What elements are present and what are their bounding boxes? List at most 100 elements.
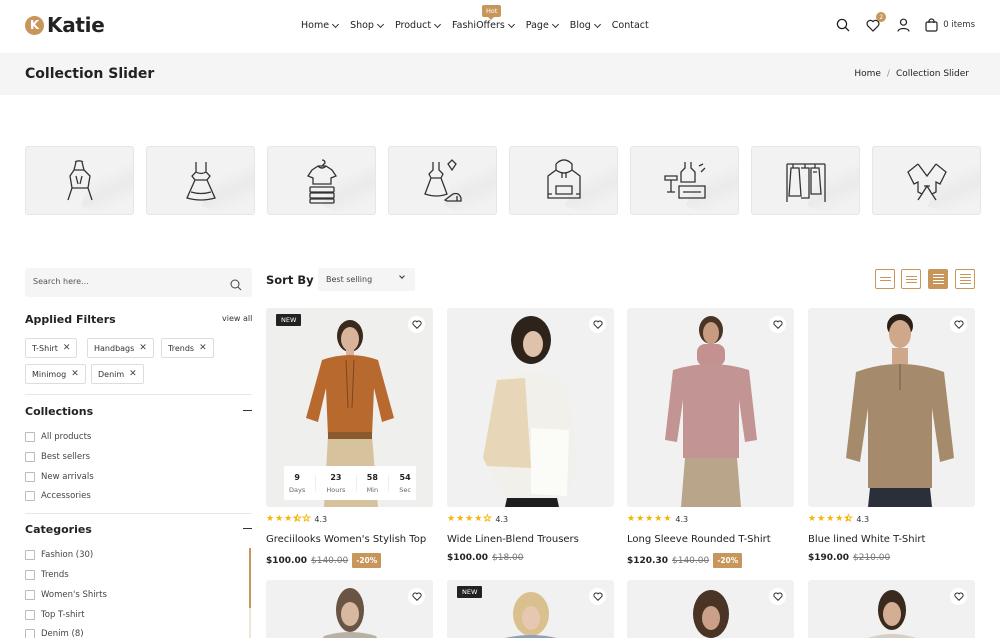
- product-image[interactable]: [627, 308, 794, 507]
- filter-tag[interactable]: Handbags ✕: [87, 338, 154, 358]
- collection-tile[interactable]: [872, 146, 981, 215]
- checkbox[interactable]: [25, 491, 35, 501]
- nav-item-product[interactable]: Product: [395, 20, 442, 31]
- collections-heading[interactable]: Collections: [25, 405, 93, 418]
- collection-slider: [25, 146, 981, 215]
- cart-bag-icon[interactable]: 0 items: [925, 17, 975, 33]
- product-title[interactable]: Blue lined White T-Shirt: [808, 534, 925, 545]
- nav-item-blog[interactable]: Blog: [570, 20, 601, 31]
- product-image[interactable]: [447, 308, 614, 507]
- filter-tag[interactable]: Denim ✕: [91, 364, 144, 384]
- product-image[interactable]: NEW 9 Days 23 Hours 58 Min 54 Sec: [266, 308, 433, 507]
- star-icon: ★: [474, 514, 483, 524]
- wishlist-heart-icon[interactable]: [769, 588, 786, 605]
- nav-item-shop[interactable]: Shop: [350, 20, 385, 31]
- categories-heading[interactable]: Categories: [25, 523, 92, 536]
- view-list-button[interactable]: [955, 269, 975, 289]
- checkbox[interactable]: [25, 432, 35, 442]
- sort-select[interactable]: Best selling: [318, 268, 415, 291]
- checkbox[interactable]: [25, 610, 35, 620]
- collection-filter-option[interactable]: New arrivals: [25, 472, 94, 482]
- collapse-minus-icon[interactable]: [243, 410, 252, 412]
- checkbox[interactable]: [25, 629, 35, 638]
- dress-heels-icon: [423, 158, 462, 202]
- breadcrumb-home-link[interactable]: Home: [854, 69, 881, 79]
- collection-tile[interactable]: [630, 146, 739, 215]
- dress-icon: [185, 161, 216, 201]
- product-image[interactable]: [808, 308, 975, 507]
- wishlist-heart-icon[interactable]: [589, 316, 606, 333]
- close-icon[interactable]: ✕: [71, 369, 79, 379]
- collection-filter-option[interactable]: Accessories: [25, 491, 91, 501]
- view-grid-2-button[interactable]: [875, 269, 895, 289]
- nav-item-fashioffers[interactable]: Hot FashiOffers: [452, 5, 515, 31]
- collection-filter-option[interactable]: Best sellers: [25, 452, 90, 462]
- product-image[interactable]: [627, 580, 794, 638]
- category-scrollbar-thumb[interactable]: [249, 548, 251, 608]
- filter-tag[interactable]: T-Shirt ✕: [25, 338, 78, 358]
- collection-tile[interactable]: [388, 146, 497, 215]
- wishlist-heart-icon[interactable]: [950, 588, 967, 605]
- category-filter-option[interactable]: Top T-shirt: [25, 610, 85, 620]
- chevron-down-icon: [551, 20, 559, 28]
- close-icon[interactable]: ✕: [199, 343, 207, 353]
- checkbox[interactable]: [25, 590, 35, 600]
- wishlist-heart-icon[interactable]: 2: [865, 12, 887, 33]
- view-grid-4-button[interactable]: [928, 269, 948, 289]
- chevron-down-icon: [332, 20, 340, 28]
- product-image[interactable]: NEW: [447, 580, 614, 638]
- filter-tag[interactable]: Trends ✕: [161, 338, 214, 358]
- star-icon: ★: [663, 514, 672, 524]
- product-title[interactable]: Greciilooks Women's Stylish Top: [266, 534, 426, 545]
- nav-item-home[interactable]: Home: [301, 20, 340, 31]
- wishlist-heart-icon[interactable]: [408, 588, 425, 605]
- star-icon: ★: [826, 514, 835, 524]
- logo[interactable]: K Katie: [25, 13, 105, 37]
- star-half-icon: ★: [844, 514, 853, 524]
- search-icon[interactable]: [230, 276, 242, 295]
- collection-tile[interactable]: [509, 146, 618, 215]
- nav-item-page[interactable]: Page: [526, 20, 559, 31]
- close-icon[interactable]: ✕: [129, 369, 137, 379]
- product-title[interactable]: Wide Linen-Blend Trousers: [447, 534, 579, 545]
- checkbox[interactable]: [25, 570, 35, 580]
- wishlist-heart-icon[interactable]: [950, 316, 967, 333]
- collection-filter-option[interactable]: All products: [25, 432, 91, 442]
- view-all-link[interactable]: view all: [222, 314, 252, 323]
- star-icon: ★: [284, 514, 293, 524]
- wishlist-heart-icon[interactable]: [408, 316, 425, 333]
- top-bow-icon: [906, 162, 947, 200]
- category-filter-option[interactable]: Denim (8): [25, 629, 84, 638]
- wishlist-heart-icon[interactable]: [589, 588, 606, 605]
- product-image[interactable]: [808, 580, 975, 638]
- close-icon[interactable]: ✕: [139, 343, 147, 353]
- checkbox[interactable]: [25, 472, 35, 482]
- checkbox[interactable]: [25, 550, 35, 560]
- collapse-minus-icon[interactable]: [243, 528, 252, 530]
- collection-tile[interactable]: [751, 146, 860, 215]
- logo-mark-icon: K: [25, 15, 44, 35]
- star-icon: ★: [456, 514, 465, 524]
- nav-item-contact[interactable]: Contact: [612, 20, 649, 31]
- wishlist-heart-icon[interactable]: [769, 316, 786, 333]
- view-grid-3-button[interactable]: [901, 269, 921, 289]
- search-icon[interactable]: [835, 17, 851, 33]
- star-empty-icon: ★: [483, 514, 492, 524]
- category-filter-option[interactable]: Fashion (30): [25, 550, 93, 560]
- close-icon[interactable]: ✕: [63, 343, 71, 353]
- chevron-down-icon: [507, 20, 515, 28]
- collection-tile[interactable]: [267, 146, 376, 215]
- user-account-icon[interactable]: [895, 17, 911, 33]
- new-badge: NEW: [276, 314, 302, 326]
- product-image[interactable]: [266, 580, 433, 638]
- category-filter-option[interactable]: Trends: [25, 570, 69, 580]
- filter-tag[interactable]: Minimog ✕: [25, 364, 86, 384]
- discount-badge: -20%: [352, 553, 382, 568]
- countdown-separator: [355, 475, 357, 491]
- category-filter-option[interactable]: Women's Shirts: [25, 590, 107, 600]
- checkbox[interactable]: [25, 452, 35, 462]
- collection-tile[interactable]: [146, 146, 255, 215]
- collection-tile[interactable]: [25, 146, 134, 215]
- search-input[interactable]: [33, 277, 213, 286]
- product-title[interactable]: Long Sleeve Rounded T-Shirt: [627, 534, 771, 545]
